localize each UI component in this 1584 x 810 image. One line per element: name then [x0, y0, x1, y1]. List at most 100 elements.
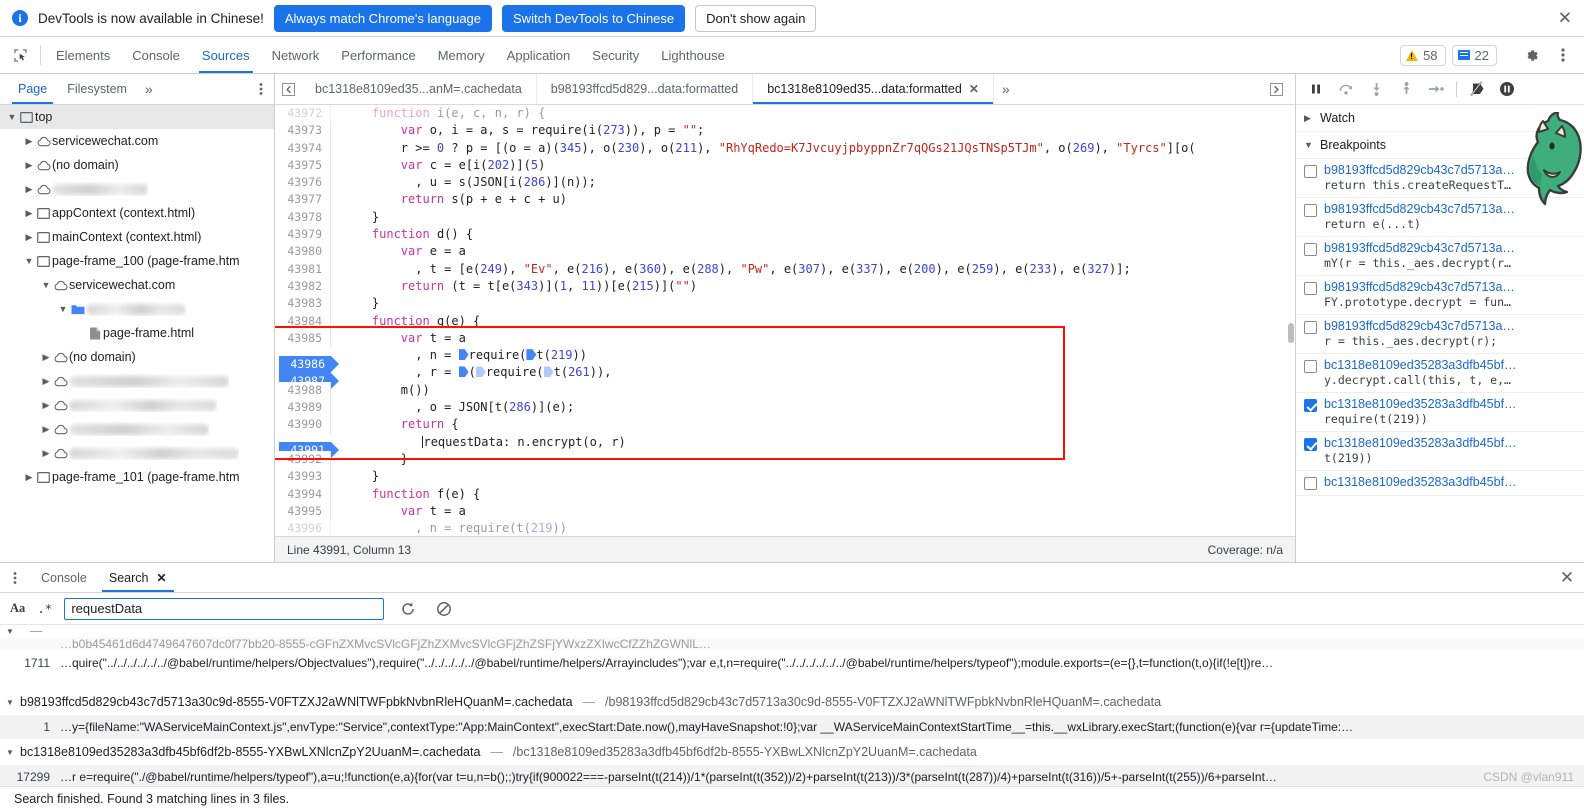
chevron-down-icon[interactable]: ▼ — [40, 280, 52, 290]
search-result-file[interactable]: ▼ b98193ffcd5d829cb43c7d5713a30c9d-8555-V… — [0, 689, 1584, 715]
code-line[interactable]: 43972 function i(e, c, n, r) { — [275, 105, 1295, 123]
code-line[interactable]: 43981 , t = [e(249), "Ev", e(216), e(360… — [275, 260, 1295, 278]
breakpoint-item[interactable]: bc1318e8109ed35283a3dfb45bf… y.decrypt.ca… — [1296, 354, 1584, 393]
close-drawer-icon[interactable]: ✕ — [1550, 563, 1584, 592]
show-navigator-icon[interactable] — [1263, 82, 1289, 96]
search-result-file[interactable]: ▼ bc1318e8109ed35283a3dfb45bf6df2b-8555-Y… — [0, 739, 1584, 765]
chevron-down-icon[interactable]: ▼ — [23, 256, 35, 266]
tree-node[interactable]: ▶ servicewechat.com — [0, 129, 274, 153]
breakpoint-item[interactable]: b98193ffcd5d829cb43c7d5713a… return e(...… — [1296, 198, 1584, 237]
breakpoint-item[interactable]: bc1318e8109ed35283a3dfb45bf… t(219)) — [1296, 432, 1584, 471]
tab-security[interactable]: Security — [581, 37, 650, 73]
line-number[interactable]: 43982 — [275, 277, 331, 296]
line-number[interactable]: 43979 — [275, 226, 331, 244]
drawer-more-icon[interactable] — [0, 563, 30, 592]
code-line[interactable]: 43975 var c = e[i(202)](5) — [275, 156, 1295, 175]
gear-icon[interactable] — [1518, 42, 1544, 68]
tree-node[interactable]: ▶ — [0, 393, 274, 417]
chevron-right-icon[interactable]: ▶ — [23, 160, 35, 171]
line-number[interactable]: 43976 — [275, 174, 331, 192]
search-result-line[interactable]: 1 …y={fileName:"WAServiceMainContext.js",… — [0, 715, 1584, 739]
line-number[interactable]: 43984 — [275, 312, 331, 330]
code-line[interactable]: 43982 return (t = t[e(343)](1, 11))[e(21… — [275, 277, 1295, 296]
tree-node[interactable]: ▶ — [0, 417, 274, 441]
code-line[interactable]: 43978 } — [275, 208, 1295, 227]
tree-node[interactable]: page-frame.html — [0, 321, 274, 345]
tree-node[interactable]: ▶ — [0, 369, 274, 393]
inline-breakpoint-chip[interactable] — [458, 349, 469, 361]
code-line[interactable]: 43980 var e = a — [275, 243, 1295, 261]
inline-breakpoint-chip[interactable] — [458, 366, 469, 378]
step-into-icon[interactable] — [1362, 76, 1390, 102]
chevron-down-icon[interactable]: ▼ — [6, 748, 16, 757]
tree-node[interactable]: ▼ servicewechat.com — [0, 273, 274, 297]
navigator-tab-filesystem[interactable]: Filesystem — [57, 74, 137, 104]
breakpoint-item[interactable]: b98193ffcd5d829cb43c7d5713a… r = this._ae… — [1296, 315, 1584, 354]
tree-node[interactable]: ▼ page-frame_100 (page-frame.htm — [0, 249, 274, 273]
more-options-icon[interactable] — [1550, 42, 1576, 68]
code-line[interactable]: 43983 } — [275, 295, 1295, 313]
chevron-right-icon[interactable]: ▶ — [40, 424, 52, 435]
search-results[interactable]: ▼ — …b0b45461d6d4749647607dc0f77bb20-8555-… — [0, 625, 1584, 786]
editor-scrollbar[interactable] — [1287, 105, 1295, 536]
line-number[interactable]: 43974 — [275, 139, 331, 157]
breakpoints-section-header[interactable]: ▼ Breakpoints — [1296, 132, 1584, 159]
always-match-language-button[interactable]: Always match Chrome's language — [273, 4, 493, 32]
breakpoint-checkbox[interactable] — [1304, 243, 1317, 256]
search-result-line[interactable]: …b0b45461d6d4749647607dc0f77bb20-8555-cG… — [0, 637, 1584, 651]
deactivate-breakpoints-icon[interactable] — [1463, 76, 1491, 102]
tab-application[interactable]: Application — [496, 37, 582, 73]
tree-node[interactable]: ▶ mainContext (context.html) — [0, 225, 274, 249]
step-over-icon[interactable] — [1332, 76, 1360, 102]
search-result-line[interactable]: 1711 …quire("../../../../../../@babel/run… — [0, 651, 1584, 675]
breakpoint-checkbox[interactable] — [1304, 438, 1317, 451]
line-number[interactable]: 43983 — [275, 295, 331, 313]
search-result-file[interactable]: ▼ — — [0, 625, 1584, 637]
line-number[interactable]: 43996 — [275, 520, 331, 536]
code-line[interactable]: 43991 requestData: n.encrypt(o, r) — [275, 434, 1295, 460]
line-number[interactable]: 43978 — [275, 208, 331, 227]
chevron-right-icon[interactable]: ▶ — [23, 184, 35, 195]
refresh-icon[interactable] — [396, 598, 420, 620]
tab-elements[interactable]: Elements — [45, 37, 121, 73]
clear-icon[interactable] — [432, 598, 456, 620]
message-counter[interactable]: 22 — [1451, 44, 1497, 66]
code-line[interactable]: 43990 return { — [275, 416, 1295, 434]
inline-breakpoint-chip[interactable] — [526, 349, 537, 361]
pause-on-exceptions-icon[interactable] — [1493, 76, 1521, 102]
code-line[interactable]: 43976 , u = s(JSON[i(286)](n)); — [275, 174, 1295, 192]
drawer-tab-console[interactable]: Console — [30, 563, 98, 592]
source-tab-0[interactable]: bc1318e8109ed35...anM=.cachedata — [301, 74, 537, 104]
inline-breakpoint-chip[interactable] — [543, 366, 554, 378]
tree-node[interactable]: ▶ (no domain) — [0, 153, 274, 177]
tree-node[interactable]: ▶ — [0, 177, 274, 201]
dont-show-again-button[interactable]: Don't show again — [695, 4, 817, 32]
code-line[interactable]: 43973 var o, i = a, s = require(i(273)),… — [275, 122, 1295, 140]
line-number[interactable]: 43980 — [275, 243, 331, 261]
line-number[interactable]: 43981 — [275, 260, 331, 278]
code-line[interactable]: 43985 var t = a — [275, 329, 1295, 348]
step-out-icon[interactable] — [1392, 76, 1420, 102]
chevron-down-icon[interactable]: ▼ — [6, 698, 16, 707]
tree-node[interactable]: ▶ — [0, 441, 274, 465]
scroll-tabs-left-icon[interactable] — [275, 74, 301, 104]
tree-node[interactable]: ▶ appContext (context.html) — [0, 201, 274, 225]
watch-section-header[interactable]: ▶ Watch — [1296, 105, 1584, 132]
code-line[interactable]: 43994 function f(e) { — [275, 485, 1295, 503]
source-tab-2[interactable]: bc1318e8109ed35...data:formatted ✕ — [753, 74, 994, 104]
chevron-right-icon[interactable]: ▶ — [40, 400, 52, 411]
breakpoint-checkbox[interactable] — [1304, 321, 1317, 334]
breakpoint-item[interactable]: b98193ffcd5d829cb43c7d5713a… mY(r = this.… — [1296, 237, 1584, 276]
step-icon[interactable] — [1422, 76, 1450, 102]
line-number[interactable]: 43989 — [275, 399, 331, 417]
line-number[interactable]: 43992 — [275, 450, 331, 469]
code-line[interactable]: 43992 } — [275, 450, 1295, 469]
breakpoints-list[interactable]: b98193ffcd5d829cb43c7d5713a… return this.… — [1296, 159, 1584, 562]
close-tab-icon[interactable]: ✕ — [969, 82, 979, 96]
navigator-tab-overflow[interactable]: » — [137, 74, 161, 104]
chevron-down-icon[interactable]: ▼ — [6, 627, 16, 636]
code-line[interactable]: 43989 , o = JSON[t(286)](e); — [275, 399, 1295, 417]
breakpoint-checkbox[interactable] — [1304, 477, 1317, 490]
tree-node[interactable]: ▶ page-frame_101 (page-frame.htm — [0, 465, 274, 489]
tab-lighthouse[interactable]: Lighthouse — [650, 37, 736, 73]
